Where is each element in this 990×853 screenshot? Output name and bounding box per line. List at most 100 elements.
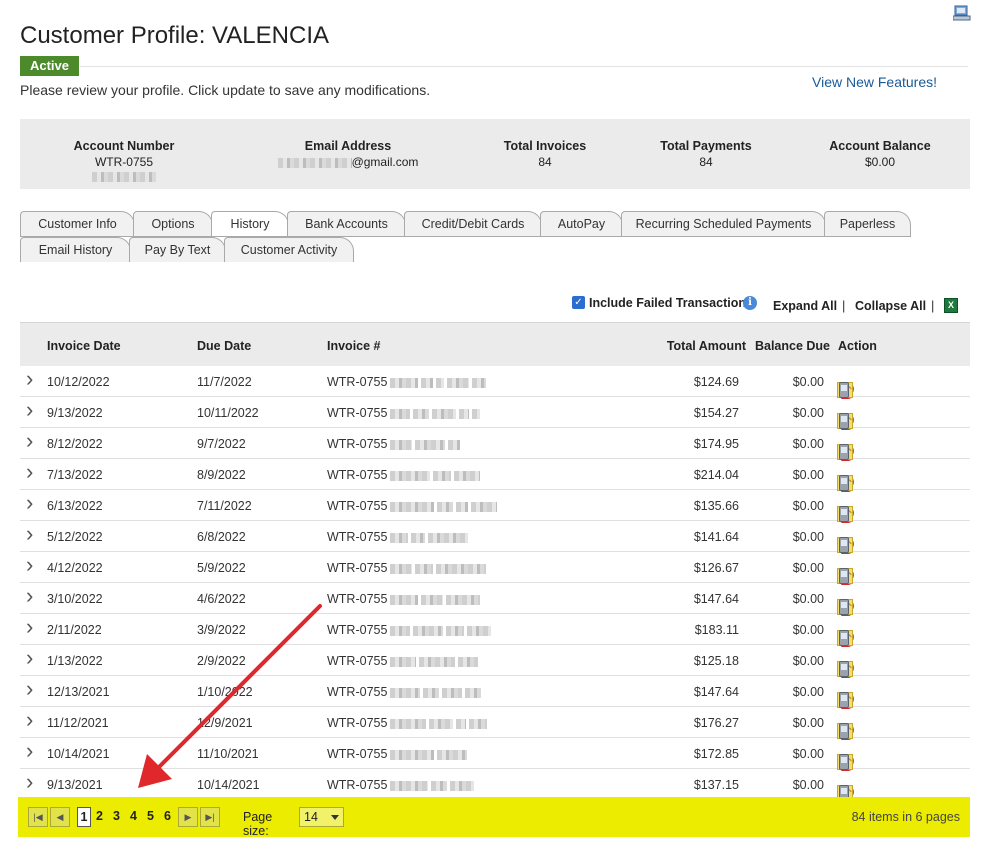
table-row[interactable]: ›2/11/20223/9/2022WTR-0755$183.11$0.00$ [20, 614, 970, 647]
tab-bank-accounts[interactable]: Bank Accounts [287, 211, 406, 236]
account-number: Account Number WTR-0755 [64, 139, 184, 183]
table-row[interactable]: › 9/13/2021 10/14/2021 WTR-0755 $137.15 $0.00… [20, 769, 970, 802]
table-row[interactable]: › 9/13/2022 10/11/2022 WTR-0755 $154.27 $0.00… [20, 397, 970, 430]
column-due-date[interactable]: Due Date [197, 339, 251, 353]
text-phone-icon[interactable] [839, 506, 849, 522]
table-row[interactable]: ›1/13/20222/9/2022WTR-0755$125.18$0.00$ [20, 645, 970, 678]
column-invoice-number[interactable]: Invoice # [327, 339, 381, 353]
text-phone-icon[interactable] [839, 413, 849, 429]
redacted-block [456, 718, 467, 729]
excel-export-icon[interactable]: X [944, 298, 958, 313]
tab-options[interactable]: Options [133, 211, 213, 236]
balance-due-cell: $0.00 [792, 623, 824, 637]
expand-row-chevron-icon[interactable]: › [26, 583, 33, 609]
table-row[interactable]: ›3/10/20224/6/2022WTR-0755$147.64$0.00$ [20, 583, 970, 616]
redacted-block [446, 625, 465, 636]
invoice-number-cell: WTR-0755 [327, 530, 469, 544]
invoice-number-value: WTR-0755 [327, 499, 388, 513]
page-5[interactable]: 5 [147, 809, 154, 823]
table-row[interactable]: › 11/12/2021 12/9/2021 WTR-0755 $176.27 $0.00… [20, 707, 970, 740]
expand-row-chevron-icon[interactable]: › [26, 490, 33, 516]
redacted-block [428, 532, 469, 543]
table-row[interactable]: › 10/14/2021 11/10/2021 WTR-0755 $172.85 $0.0… [20, 738, 970, 771]
text-phone-icon[interactable] [839, 723, 849, 739]
redacted-block [469, 718, 488, 729]
include-failed-checkbox[interactable]: ✓ [572, 296, 585, 309]
table-row[interactable]: ›4/12/20225/9/2022WTR-0755$126.67$0.00$ [20, 552, 970, 585]
expand-row-chevron-icon[interactable]: › [26, 769, 33, 795]
view-new-features-link[interactable]: View New Features! [812, 74, 937, 90]
tab-history[interactable]: History [211, 211, 289, 237]
next-page-icon[interactable]: ▶ [178, 807, 198, 827]
table-row[interactable]: › 10/12/2022 11/7/2022 WTR-0755 $124.69 $0.00… [20, 366, 970, 399]
redacted-block [421, 377, 434, 388]
redacted-block [413, 408, 430, 419]
expand-row-chevron-icon[interactable]: › [26, 552, 33, 578]
tab-pay-by-text[interactable]: Pay By Text [129, 237, 226, 262]
text-phone-icon[interactable] [839, 537, 849, 553]
text-phone-icon[interactable] [839, 382, 849, 398]
balance-due-cell: $0.00 [792, 778, 824, 792]
expand-row-chevron-icon[interactable]: › [26, 459, 33, 485]
expand-row-chevron-icon[interactable]: › [26, 707, 33, 733]
text-phone-icon[interactable] [839, 754, 849, 770]
invoice-date-cell: 6/13/2022 [47, 499, 103, 513]
due-date-cell: 10/14/2021 [197, 778, 260, 792]
table-row[interactable]: ›5/12/20226/8/2022WTR-0755$141.64$0.00$ [20, 521, 970, 554]
expand-row-chevron-icon[interactable]: › [26, 676, 33, 702]
text-phone-icon[interactable] [839, 568, 849, 584]
info-icon[interactable]: i [743, 296, 757, 310]
expand-row-chevron-icon[interactable]: › [26, 428, 33, 454]
tab-customer-info[interactable]: Customer Info [20, 211, 135, 236]
email-address: Email Address @gmail.com [274, 139, 422, 169]
prev-page-icon[interactable]: ◀ [50, 807, 70, 827]
expand-row-chevron-icon[interactable]: › [26, 738, 33, 764]
total-amount-cell: $176.27 [693, 716, 739, 730]
page-3[interactable]: 3 [113, 809, 120, 823]
text-phone-icon[interactable] [839, 630, 849, 646]
first-page-icon[interactable]: |◀ [28, 807, 48, 827]
expand-row-chevron-icon[interactable]: › [26, 614, 33, 640]
table-row[interactable]: ›7/13/20228/9/2022WTR-0755$214.04$0.00$ [20, 459, 970, 492]
last-page-icon[interactable]: ▶| [200, 807, 220, 827]
text-phone-icon[interactable] [839, 661, 849, 677]
collapse-all-link[interactable]: Collapse All [855, 299, 926, 313]
expand-row-chevron-icon[interactable]: › [26, 645, 33, 671]
expand-row-chevron-icon[interactable]: › [26, 521, 33, 547]
column-invoice-date[interactable]: Invoice Date [47, 339, 121, 353]
pager-info: 84 items in 6 pages [851, 810, 960, 824]
redacted-block [472, 377, 487, 388]
invoice-number-cell: WTR-0755 [327, 468, 481, 482]
page-6[interactable]: 6 [164, 809, 171, 823]
redacted-block [437, 749, 468, 760]
table-row[interactable]: ›8/12/20229/7/2022WTR-0755$174.95$0.00$ [20, 428, 970, 461]
expand-all-link[interactable]: Expand All [773, 299, 837, 313]
text-phone-icon[interactable] [839, 692, 849, 708]
text-phone-icon[interactable] [839, 475, 849, 491]
page-2[interactable]: 2 [96, 809, 103, 823]
page-size-select[interactable]: 14 [299, 807, 344, 827]
column-total-amount[interactable]: Total Amount [667, 339, 746, 353]
page-4[interactable]: 4 [130, 809, 137, 823]
text-phone-icon[interactable] [839, 444, 849, 460]
redacted-block [390, 439, 413, 450]
expand-row-chevron-icon[interactable]: › [26, 397, 33, 423]
invoice-number-value: WTR-0755 [327, 530, 388, 544]
column-balance-due[interactable]: Balance Due [755, 339, 830, 353]
tab-recurring-scheduled-payments[interactable]: Recurring Scheduled Payments [621, 211, 826, 236]
redacted-block [456, 501, 469, 512]
table-row[interactable]: › 12/13/2021 1/10/2022 WTR-0755 $147.64 $0.00… [20, 676, 970, 709]
redacted-block [390, 656, 417, 667]
table-row[interactable]: ›6/13/20227/11/2022WTR-0755$135.66$0.00$ [20, 490, 970, 523]
tab-email-history[interactable]: Email History [20, 237, 131, 262]
due-date-cell: 11/7/2022 [197, 375, 252, 389]
expand-row-chevron-icon[interactable]: › [26, 366, 33, 392]
tab-autopay[interactable]: AutoPay [540, 211, 623, 236]
tab-customer-activity[interactable]: Customer Activity [224, 237, 354, 262]
redacted-block [429, 718, 454, 729]
page-1[interactable]: 1 [77, 807, 91, 827]
text-phone-icon[interactable] [839, 599, 849, 615]
tab-credit-debit-cards[interactable]: Credit/Debit Cards [404, 211, 542, 236]
computer-icon[interactable] [952, 5, 971, 21]
tab-paperless[interactable]: Paperless [824, 211, 911, 236]
